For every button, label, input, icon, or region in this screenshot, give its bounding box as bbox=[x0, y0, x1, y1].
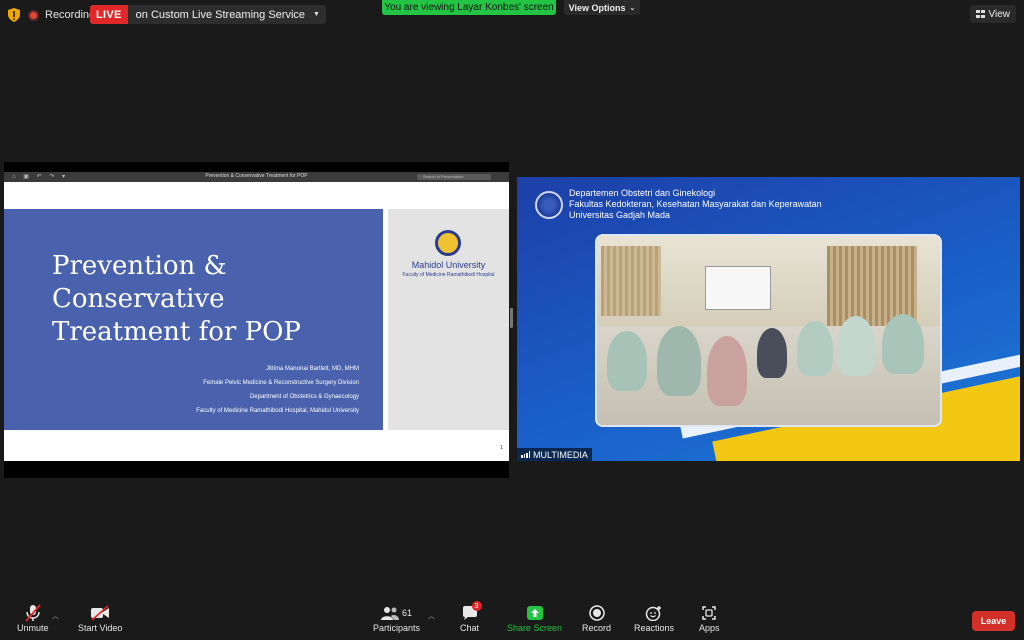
slide-number: 1 bbox=[500, 445, 503, 451]
reactions-label: Reactions bbox=[634, 623, 675, 633]
share-screen-label: Share Screen bbox=[507, 623, 563, 633]
participants-options-chevron-icon[interactable]: ︿ bbox=[428, 611, 435, 621]
classroom-camera-view bbox=[595, 234, 942, 427]
slide-credits: Jittima Manonai Bartlett, MD, MHM Female… bbox=[196, 366, 359, 414]
microphone-muted-icon bbox=[25, 604, 41, 622]
unmute-button[interactable]: Unmute bbox=[17, 603, 49, 633]
participant-name-label: MULTIMEDIA bbox=[517, 448, 592, 461]
view-options-button[interactable]: View Options ⌄ bbox=[564, 0, 640, 15]
security-shield-icon[interactable] bbox=[8, 8, 20, 22]
audio-options-chevron-icon[interactable]: ︿ bbox=[52, 611, 59, 621]
apps-icon bbox=[702, 606, 716, 620]
participants-label: Participants bbox=[373, 623, 421, 633]
view-button[interactable]: View bbox=[969, 5, 1016, 23]
split-view-handle[interactable] bbox=[510, 308, 513, 328]
university-faculty: Faculty of Medicine Ramathibodi Hospital bbox=[402, 272, 495, 278]
record-label: Record bbox=[582, 623, 612, 633]
view-options-label: View Options bbox=[568, 2, 626, 13]
share-screen-button[interactable]: Share Screen bbox=[507, 603, 562, 633]
participant-video-tile[interactable]: Departemen Obstetri dan Ginekologi Fakul… bbox=[517, 177, 1020, 461]
university-name: Mahidol University bbox=[411, 260, 486, 270]
university-seal-icon bbox=[435, 230, 461, 256]
participants-count: 61 bbox=[402, 608, 413, 618]
presentation-slide: Prevention & Conservative Treatment for … bbox=[4, 182, 509, 461]
projector-screen bbox=[705, 266, 771, 310]
reactions-button[interactable]: Reactions bbox=[634, 603, 674, 633]
apps-label: Apps bbox=[699, 623, 720, 633]
meeting-top-bar: Recording LIVE on Custom Live Streaming … bbox=[0, 0, 1024, 30]
unmute-label: Unmute bbox=[17, 623, 49, 633]
slide-title-panel: Prevention & Conservative Treatment for … bbox=[4, 209, 383, 430]
presentation-search-field: Search in Presentation bbox=[417, 174, 491, 180]
view-label: View bbox=[988, 8, 1011, 20]
meeting-toolbar: Unmute ︿ Start Video 61 Participants ︿ 3… bbox=[0, 600, 1024, 640]
start-video-button[interactable]: Start Video bbox=[78, 603, 122, 633]
record-icon bbox=[588, 605, 605, 621]
participant-name: MULTIMEDIA bbox=[533, 449, 588, 460]
grid-view-icon bbox=[975, 10, 985, 18]
participants-button[interactable]: 61 Participants bbox=[373, 603, 420, 633]
shared-screen[interactable]: ⌂ ▣ ↶ ↷ ▾ Prevention & Conservative Trea… bbox=[4, 162, 509, 478]
chat-button[interactable]: 3 Chat bbox=[460, 601, 482, 633]
chat-label: Chat bbox=[460, 623, 480, 633]
recording-label: Recording bbox=[45, 9, 96, 21]
smiley-plus-icon bbox=[645, 606, 662, 621]
start-video-label: Start Video bbox=[78, 623, 123, 633]
department-caption: Departemen Obstetri dan Ginekologi Fakul… bbox=[569, 188, 822, 220]
live-badge: LIVE bbox=[90, 5, 128, 24]
slide-title: Prevention & Conservative Treatment for … bbox=[52, 251, 301, 347]
leave-button[interactable]: Leave bbox=[972, 611, 1015, 631]
signal-bars-icon bbox=[521, 451, 530, 458]
apps-button[interactable]: Apps bbox=[699, 603, 720, 633]
share-screen-icon bbox=[526, 606, 543, 620]
participants-icon bbox=[381, 607, 399, 620]
record-button[interactable]: Record bbox=[582, 603, 611, 633]
chevron-down-icon: ⌄ bbox=[629, 4, 636, 12]
chat-unread-badge: 3 bbox=[471, 601, 482, 611]
live-stream-dropdown[interactable]: LIVE on Custom Live Streaming Service ▼ bbox=[90, 5, 326, 24]
record-dot-icon bbox=[28, 9, 39, 21]
live-service-label: on Custom Live Streaming Service bbox=[135, 8, 306, 21]
recording-indicator[interactable]: Recording bbox=[28, 6, 95, 24]
video-camera-off-icon bbox=[91, 605, 110, 621]
university-logo-icon bbox=[535, 191, 563, 219]
presentation-titlebar: ⌂ ▣ ↶ ↷ ▾ Prevention & Conservative Trea… bbox=[4, 172, 509, 182]
viewing-screen-banner: You are viewing Layar Konbes' screen bbox=[382, 0, 556, 15]
chevron-down-icon: ▼ bbox=[313, 11, 320, 18]
